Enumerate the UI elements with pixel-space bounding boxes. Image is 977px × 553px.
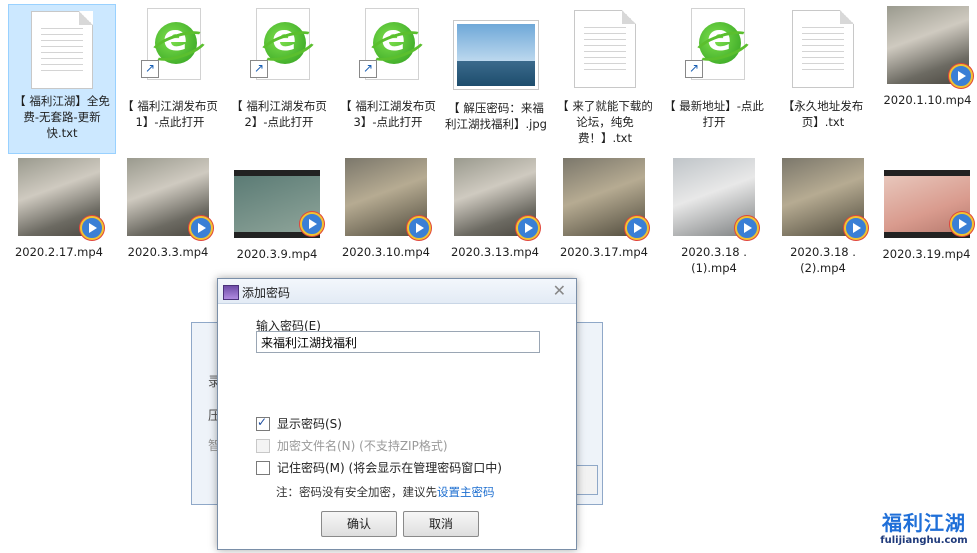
file-label: 【 来了就能下载的论坛，纯免费！】.txt <box>557 99 653 145</box>
file-item-jpg[interactable]: 【 解压密码：来福利江湖找福利】.jpg <box>443 20 549 132</box>
video-thumbnail <box>345 158 431 240</box>
file-label: 2020.3.19.mp4 <box>882 247 971 261</box>
file-item-video[interactable]: 2020.3.3.mp4 <box>115 158 221 260</box>
image-thumbnail <box>453 20 539 90</box>
play-icon <box>407 216 431 240</box>
file-label: 【 福利江湖发布页2】-点此打开 <box>231 99 327 129</box>
video-thumbnail <box>234 170 324 238</box>
file-item-shortcut-2[interactable]: ↗ 【 福利江湖发布页2】-点此打开 <box>226 8 332 130</box>
file-label: 2020.3.9.mp4 <box>236 247 318 261</box>
security-note: 注：密码没有安全加密，建议先设置主密码 <box>276 484 495 500</box>
file-item-shortcut-3[interactable]: ↗ 【 福利江湖发布页3】-点此打开 <box>335 8 441 130</box>
file-item-video[interactable]: 2020.3.13.mp4 <box>442 158 548 260</box>
file-label: 【 福利江湖发布页1】-点此打开 <box>122 99 218 129</box>
file-label: 【 最新地址】-点此打开 <box>664 99 764 129</box>
watermark-logo: 福利江湖 fulijianghu.com <box>876 507 972 546</box>
winrar-icon <box>223 285 239 300</box>
file-item-video[interactable]: 2020.3.9.mp4 <box>224 158 330 262</box>
video-thumbnail <box>454 158 540 240</box>
file-item-video[interactable]: 2020.1.10.mp4 <box>878 6 977 108</box>
file-item-video[interactable]: 2020.3.18 .(2).mp4 <box>770 158 876 276</box>
internet-explorer-icon: ↗ <box>250 8 321 80</box>
file-item-video[interactable]: 2020.3.17.mp4 <box>551 158 657 260</box>
file-label: 2020.3.18 .(2).mp4 <box>790 245 856 275</box>
cancel-button[interactable]: 取消 <box>403 511 479 537</box>
play-icon <box>844 216 868 240</box>
shortcut-arrow-icon: ↗ <box>685 60 703 78</box>
video-thumbnail <box>127 158 213 240</box>
video-thumbnail <box>673 158 759 240</box>
file-label: 【 福利江湖】全免费-无套路-更新快.txt <box>14 94 110 140</box>
shortcut-arrow-icon: ↗ <box>359 60 377 78</box>
text-file-icon <box>31 11 93 89</box>
file-label: 【 福利江湖发布页3】-点此打开 <box>340 99 436 129</box>
file-label: 2020.3.18 .(1).mp4 <box>681 245 747 275</box>
shortcut-arrow-icon: ↗ <box>141 60 159 78</box>
play-icon <box>80 216 104 240</box>
file-item-video[interactable]: 2020.3.18 .(1).mp4 <box>661 158 767 276</box>
file-label: 2020.2.17.mp4 <box>14 245 103 259</box>
checkbox-box[interactable] <box>256 460 270 475</box>
show-password-checkbox[interactable]: 显示密码(S) <box>256 415 342 432</box>
note-text: 注：密码没有安全加密，建议先 <box>276 485 437 499</box>
dialog-title: 添加密码 <box>242 286 291 300</box>
checkbox-box[interactable] <box>256 415 270 431</box>
internet-explorer-icon: ↗ <box>359 8 430 80</box>
remember-password-checkbox[interactable]: 记住密码(M) (将会显示在管理密码窗口中) <box>256 459 502 476</box>
internet-explorer-icon: ↗ <box>685 8 756 80</box>
play-icon <box>189 216 213 240</box>
file-item-txt-3[interactable]: 【永久地址发布页】.txt <box>770 10 876 130</box>
file-label: 【永久地址发布页】.txt <box>782 99 864 129</box>
text-file-icon <box>574 10 636 88</box>
close-icon[interactable]: ✕ <box>553 281 566 300</box>
watermark-url: fulijianghu.com <box>880 535 968 546</box>
dialog-titlebar[interactable]: 添加密码 ✕ <box>218 279 576 304</box>
play-icon <box>949 212 974 236</box>
encrypt-filenames-checkbox: 加密文件名(N) (不支持ZIP格式) <box>256 437 448 454</box>
checkbox-box <box>256 438 270 453</box>
file-item-shortcut-4[interactable]: ↗ 【 最新地址】-点此打开 <box>661 8 767 130</box>
option-label: 显示密码(S) <box>277 417 342 431</box>
play-icon <box>516 216 540 240</box>
file-label: 2020.1.10.mp4 <box>883 93 972 107</box>
add-password-dialog: 添加密码 ✕ 输入密码(E) 显示密码(S) 加密文件名(N) (不支持ZIP格… <box>217 278 577 550</box>
play-icon <box>948 64 973 88</box>
play-icon <box>300 212 324 236</box>
file-item-txt-1[interactable]: 【 福利江湖】全免费-无套路-更新快.txt <box>8 4 116 154</box>
video-thumbnail <box>563 158 649 240</box>
password-input[interactable] <box>256 331 540 353</box>
ok-button[interactable]: 确认 <box>321 511 397 537</box>
video-thumbnail <box>18 158 104 240</box>
shortcut-arrow-icon: ↗ <box>250 60 268 78</box>
video-thumbnail <box>886 6 973 88</box>
file-item-video[interactable]: 2020.3.19.mp4 <box>876 158 977 262</box>
file-label: 2020.3.3.mp4 <box>127 245 209 259</box>
file-item-txt-2[interactable]: 【 来了就能下载的论坛，纯免费！】.txt <box>552 10 658 146</box>
file-label: 2020.3.13.mp4 <box>450 245 539 259</box>
watermark-text: 福利江湖 <box>882 511 966 535</box>
file-item-video[interactable]: 2020.2.17.mp4 <box>6 158 112 260</box>
file-label: 2020.3.10.mp4 <box>341 245 430 259</box>
video-thumbnail <box>883 170 974 238</box>
video-thumbnail <box>782 158 868 240</box>
file-item-shortcut-1[interactable]: ↗ 【 福利江湖发布页1】-点此打开 <box>117 8 223 130</box>
play-icon <box>625 216 649 240</box>
file-label: 【 解压密码：来福利江湖找福利】.jpg <box>445 101 547 131</box>
file-item-video[interactable]: 2020.3.10.mp4 <box>333 158 439 260</box>
option-label: 加密文件名(N) (不支持ZIP格式) <box>277 439 448 453</box>
set-master-password-link[interactable]: 设置主密码 <box>437 485 495 499</box>
option-label: 记住密码(M) (将会显示在管理密码窗口中) <box>277 461 502 475</box>
file-label: 2020.3.17.mp4 <box>559 245 648 259</box>
play-icon <box>735 216 759 240</box>
internet-explorer-icon: ↗ <box>141 8 212 80</box>
text-file-icon <box>792 10 854 88</box>
